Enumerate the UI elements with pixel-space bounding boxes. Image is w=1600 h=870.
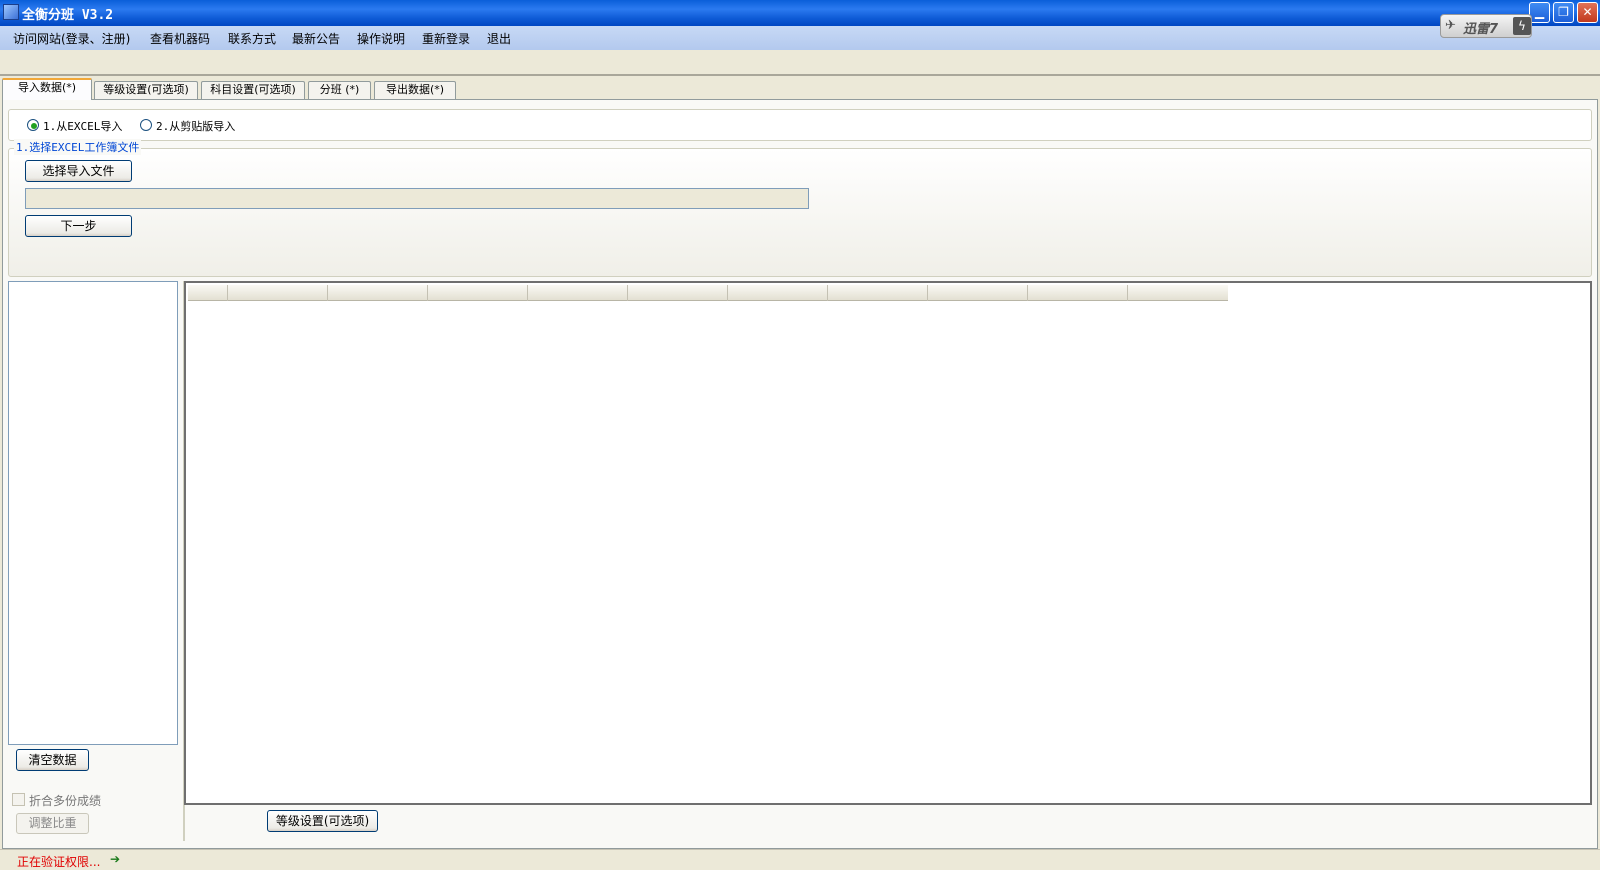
clear-data-button[interactable]: 清空数据 bbox=[16, 749, 89, 771]
level-settings-button[interactable]: 等级设置(可选项) bbox=[267, 810, 378, 832]
grid-column-header[interactable] bbox=[1128, 285, 1228, 301]
excel-file-group-legend: 1.选择EXCEL工作簿文件 bbox=[14, 139, 142, 155]
choose-import-file-button[interactable]: 选择导入文件 bbox=[25, 160, 132, 182]
toolstrip bbox=[0, 50, 1600, 76]
status-bar: 正在验证权限... ➔ bbox=[0, 849, 1600, 870]
file-path-field[interactable] bbox=[25, 188, 809, 209]
menu-bar: 访问网站(登录、注册) 查看机器码 联系方式 最新公告 操作说明 重新登录 退出 bbox=[0, 26, 1600, 50]
tab-class-division[interactable]: 分班 (*) bbox=[308, 81, 371, 99]
grid-column-header[interactable] bbox=[828, 285, 928, 301]
xunlei-label: 迅雷7 bbox=[1463, 22, 1499, 37]
import-source-group: 1.从EXCEL导入 2.从剪贴版导入 bbox=[8, 109, 1592, 141]
radio-from-excel-label[interactable]: 1.从EXCEL导入 bbox=[43, 118, 122, 134]
data-source-list[interactable] bbox=[8, 281, 178, 745]
excel-file-group bbox=[8, 148, 1592, 277]
next-step-button[interactable]: 下一步 bbox=[25, 215, 132, 237]
close-button[interactable]: ✕ bbox=[1577, 2, 1598, 23]
menu-item-contact[interactable]: 联系方式 bbox=[228, 30, 276, 47]
grid-column-header[interactable] bbox=[228, 285, 328, 301]
menu-item-announcement[interactable]: 最新公告 bbox=[292, 30, 340, 47]
arrow-right-icon: ➔ bbox=[110, 852, 121, 866]
radio-selected-dot bbox=[31, 123, 37, 129]
xunlei-bird-icon: ✈ bbox=[1445, 18, 1456, 33]
grid-column-header[interactable] bbox=[628, 285, 728, 301]
grid-column-header[interactable] bbox=[428, 285, 528, 301]
restore-button[interactable]: ❐ bbox=[1553, 2, 1574, 23]
menu-item-machine-code[interactable]: 查看机器码 bbox=[150, 30, 210, 47]
title-bar: 全衡分班 V3.2 ▁ ❐ ✕ bbox=[0, 0, 1600, 26]
window-title: 全衡分班 V3.2 bbox=[22, 8, 114, 23]
radio-from-clipboard[interactable] bbox=[140, 119, 152, 131]
merge-scores-checkbox[interactable] bbox=[12, 793, 25, 806]
radio-from-excel[interactable] bbox=[27, 119, 39, 131]
radio-from-clipboard-label[interactable]: 2.从剪贴版导入 bbox=[156, 118, 235, 134]
xunlei-badge[interactable]: ✈ 迅雷7 ϟ bbox=[1440, 14, 1532, 38]
adjust-weight-button[interactable]: 调整比重 bbox=[16, 813, 89, 834]
grid-column-header[interactable] bbox=[1028, 285, 1128, 301]
menu-item-exit[interactable]: 退出 bbox=[487, 30, 511, 47]
grid-header bbox=[188, 285, 1228, 301]
grid-column-header[interactable] bbox=[728, 285, 828, 301]
status-text: 正在验证权限... bbox=[17, 855, 101, 869]
grid-column-header[interactable] bbox=[928, 285, 1028, 301]
app-icon bbox=[3, 4, 19, 20]
tab-import-data[interactable]: 导入数据(*) bbox=[2, 78, 92, 100]
grid-column-header[interactable] bbox=[528, 285, 628, 301]
lightning-icon: ϟ bbox=[1513, 17, 1531, 35]
menu-item-relogin[interactable]: 重新登录 bbox=[422, 30, 470, 47]
tab-export-data[interactable]: 导出数据(*) bbox=[374, 81, 456, 99]
minimize-button[interactable]: ▁ bbox=[1529, 2, 1550, 23]
merge-scores-label: 折合多份成绩 bbox=[29, 794, 102, 808]
tab-level-settings[interactable]: 等级设置(可选项) bbox=[94, 81, 198, 99]
menu-item-instructions[interactable]: 操作说明 bbox=[357, 30, 405, 47]
grid-column-header[interactable] bbox=[328, 285, 428, 301]
grid-row-header-corner[interactable] bbox=[188, 285, 228, 301]
data-grid[interactable] bbox=[184, 281, 1592, 805]
tab-subject-settings[interactable]: 科目设置(可选项) bbox=[201, 81, 305, 99]
menu-item-visit-website[interactable]: 访问网站(登录、注册) bbox=[13, 30, 130, 47]
